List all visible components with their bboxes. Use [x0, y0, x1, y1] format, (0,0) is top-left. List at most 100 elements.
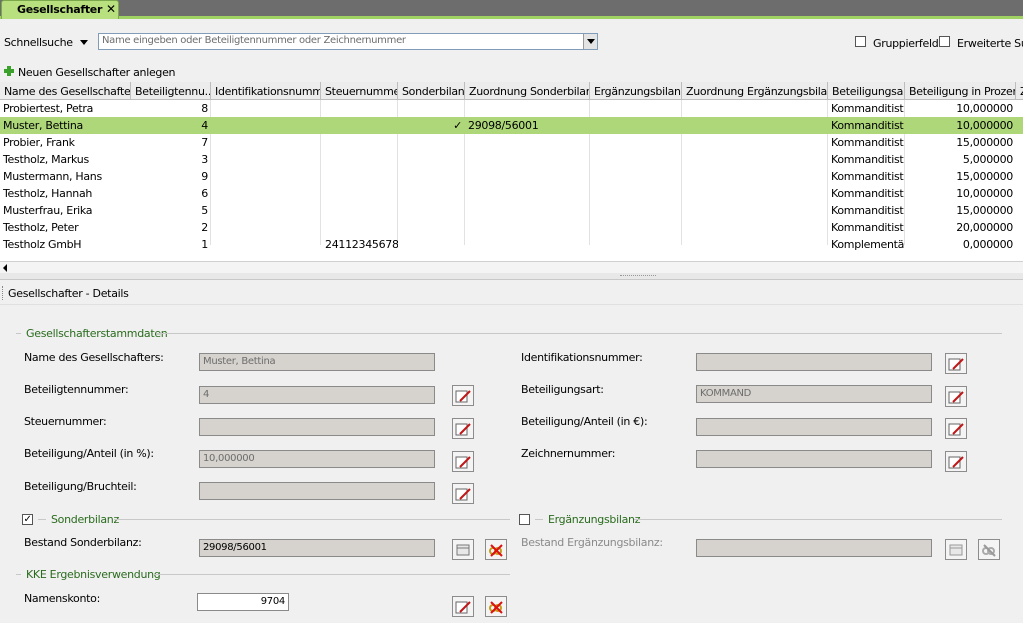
- search-dropdown-button[interactable]: [583, 34, 597, 49]
- section-title-main: Gesellschafterstammdaten: [26, 327, 168, 340]
- cell-sonder: [398, 134, 465, 151]
- table-row[interactable]: Testholz, Hannah 6 Kommanditist 10,000000: [0, 185, 1023, 202]
- proz-field[interactable]: 10,000000: [199, 450, 435, 468]
- cell-nr: 7: [201, 136, 208, 149]
- eur-label: Beteiligung/Anteil (in €):: [521, 415, 648, 428]
- open-erg-button[interactable]: [945, 539, 967, 560]
- table-row[interactable]: Testholz, Peter 2 Kommanditist 20,000000: [0, 219, 1023, 236]
- erg-bestand-field[interactable]: [696, 539, 932, 557]
- cell-zuord: [465, 134, 590, 151]
- cell-steuer: [321, 151, 398, 168]
- cell-name: Testholz, Peter: [3, 221, 79, 234]
- cell-ident: [211, 219, 321, 236]
- group-field-checkbox[interactable]: [855, 36, 866, 47]
- col-header-ident[interactable]: Identifikationsnummer: [211, 82, 321, 100]
- search-mode-dropdown-icon[interactable]: [80, 40, 88, 45]
- ergaenzungsbilanz-checkbox[interactable]: [519, 514, 530, 525]
- edit-zeichner-button[interactable]: [945, 451, 967, 472]
- unlink-icon: [982, 543, 996, 557]
- unlink-erg-button[interactable]: [978, 539, 1000, 560]
- sonderbilanz-checkbox[interactable]: ✓: [22, 514, 33, 525]
- cell-ergaenz: [590, 185, 682, 202]
- table-row[interactable]: Muster, Bettina 4 ✓ 29098/56001 Kommanditist…: [0, 117, 1023, 134]
- table-row[interactable]: Probiertest, Petra 8 Kommanditist 10,000000: [0, 100, 1023, 117]
- col-header-steuer[interactable]: Steuernummer: [321, 82, 398, 100]
- table-row[interactable]: Testholz, Markus 3 Kommanditist 5,000000: [0, 151, 1023, 168]
- cell-prozent: 15,000000: [956, 204, 1013, 217]
- cell-name: Testholz, Markus: [3, 153, 89, 166]
- edit-steuer-button[interactable]: [452, 418, 474, 439]
- col-header-prozent[interactable]: Beteiligung in Prozent: [905, 82, 1016, 100]
- details-title: Gesellschafter - Details: [8, 287, 129, 300]
- cell-sonder: [398, 168, 465, 185]
- sonder-bestand-label: Bestand Sonderbilanz:: [24, 536, 142, 549]
- name-field[interactable]: Muster, Bettina: [199, 353, 435, 371]
- col-header-zuord-erg[interactable]: Zuordnung Ergänzungsbilanz: [682, 82, 828, 100]
- cell-art: Kommanditist: [831, 187, 904, 200]
- table-row[interactable]: Probier, Frank 7 Kommanditist 15,000000: [0, 134, 1023, 151]
- splitter-grip[interactable]: [620, 275, 656, 277]
- add-icon[interactable]: [4, 66, 14, 76]
- cell-prozent: 10,000000: [956, 187, 1013, 200]
- unlink-icon: [489, 600, 503, 614]
- table-row[interactable]: Testholz GmbH 1 24112345678 Komplementär 0,0…: [0, 236, 1023, 253]
- cell-ident: [211, 168, 321, 185]
- close-icon[interactable]: ✕: [106, 2, 116, 16]
- col-header-name[interactable]: Name des Gesellschafters: [0, 82, 131, 100]
- edit-proz-button[interactable]: [452, 451, 474, 472]
- cell-zuord: [465, 236, 590, 253]
- cell-ergaenz: [590, 151, 682, 168]
- unlink-konto-button[interactable]: [485, 596, 507, 617]
- nr-field[interactable]: 4: [199, 386, 435, 404]
- table-header: Name des Gesellschafters Beteiligtennu..…: [0, 82, 1023, 100]
- pane-splitter[interactable]: [0, 273, 1023, 280]
- konto-label: Namenskonto:: [24, 592, 100, 605]
- group-field-label: Gruppierfeld: [873, 37, 939, 50]
- new-shareholder-button[interactable]: Neuen Gesellschafter anlegen: [18, 66, 176, 79]
- col-header-sonder[interactable]: Sonderbilanz: [398, 82, 465, 100]
- sonder-bestand-field[interactable]: 29098/56001: [199, 539, 435, 557]
- extended-search-checkbox[interactable]: [939, 36, 950, 47]
- details-panel-header: Gesellschafter - Details: [0, 281, 1023, 305]
- cell-name: Muster, Bettina: [3, 119, 83, 132]
- cell-zuord: 29098/56001: [468, 119, 539, 132]
- col-header-zuord[interactable]: Zuordnung Sonderbilanz: [465, 82, 590, 100]
- col-header-ergaenz[interactable]: Ergänzungsbilanz: [590, 82, 682, 100]
- cell-prozent: 15,000000: [956, 170, 1013, 183]
- edit-art-button[interactable]: [945, 386, 967, 407]
- table-row[interactable]: Musterfrau, Erika 5 Kommanditist 15,000000: [0, 202, 1023, 219]
- bruch-field[interactable]: [199, 482, 435, 500]
- zeichner-field[interactable]: [696, 450, 932, 468]
- cell-zuord-erg: [682, 117, 828, 134]
- edit-eur-button[interactable]: [945, 418, 967, 439]
- search-input[interactable]: Name eingeben oder Beteiligtennummer ode…: [98, 33, 598, 50]
- cell-ergaenz: [590, 168, 682, 185]
- erg-bestand-label: Bestand Ergänzungsbilanz:: [521, 536, 663, 549]
- steuer-label: Steuernummer:: [24, 415, 107, 428]
- col-header-art[interactable]: Beteiligungsart: [828, 82, 905, 100]
- col-header-nr[interactable]: Beteiligtennu...: [131, 82, 211, 100]
- open-sonder-button[interactable]: [452, 539, 474, 560]
- edit-nr-button[interactable]: [452, 385, 474, 406]
- edit-ident-button[interactable]: [945, 353, 967, 374]
- eur-field[interactable]: [696, 418, 932, 436]
- section-title-sonder: Sonderbilanz: [51, 513, 119, 526]
- unlink-sonder-button[interactable]: [485, 539, 507, 560]
- cell-ergaenz: [590, 219, 682, 236]
- cell-ergaenz: [590, 100, 682, 117]
- cell-sonder: [398, 219, 465, 236]
- steuer-field[interactable]: [199, 418, 435, 436]
- cell-prozent: 10,000000: [956, 119, 1013, 132]
- scroll-left-icon[interactable]: [3, 264, 7, 272]
- tab-gesellschafter[interactable]: Gesellschafter ✕: [1, 0, 119, 19]
- edit-bruch-button[interactable]: [452, 483, 474, 504]
- section-title-erg: Ergänzungsbilanz: [548, 513, 641, 526]
- col-header-z[interactable]: Z: [1016, 82, 1023, 100]
- cell-nr: 6: [201, 187, 208, 200]
- art-field[interactable]: KOMMAND: [696, 385, 932, 403]
- horizontal-scrollbar[interactable]: [0, 261, 1023, 273]
- konto-field[interactable]: 9704: [197, 593, 289, 611]
- ident-field[interactable]: [696, 353, 932, 371]
- edit-konto-button[interactable]: [452, 596, 474, 617]
- table-row[interactable]: Mustermann, Hans 9 Kommanditist 15,000000: [0, 168, 1023, 185]
